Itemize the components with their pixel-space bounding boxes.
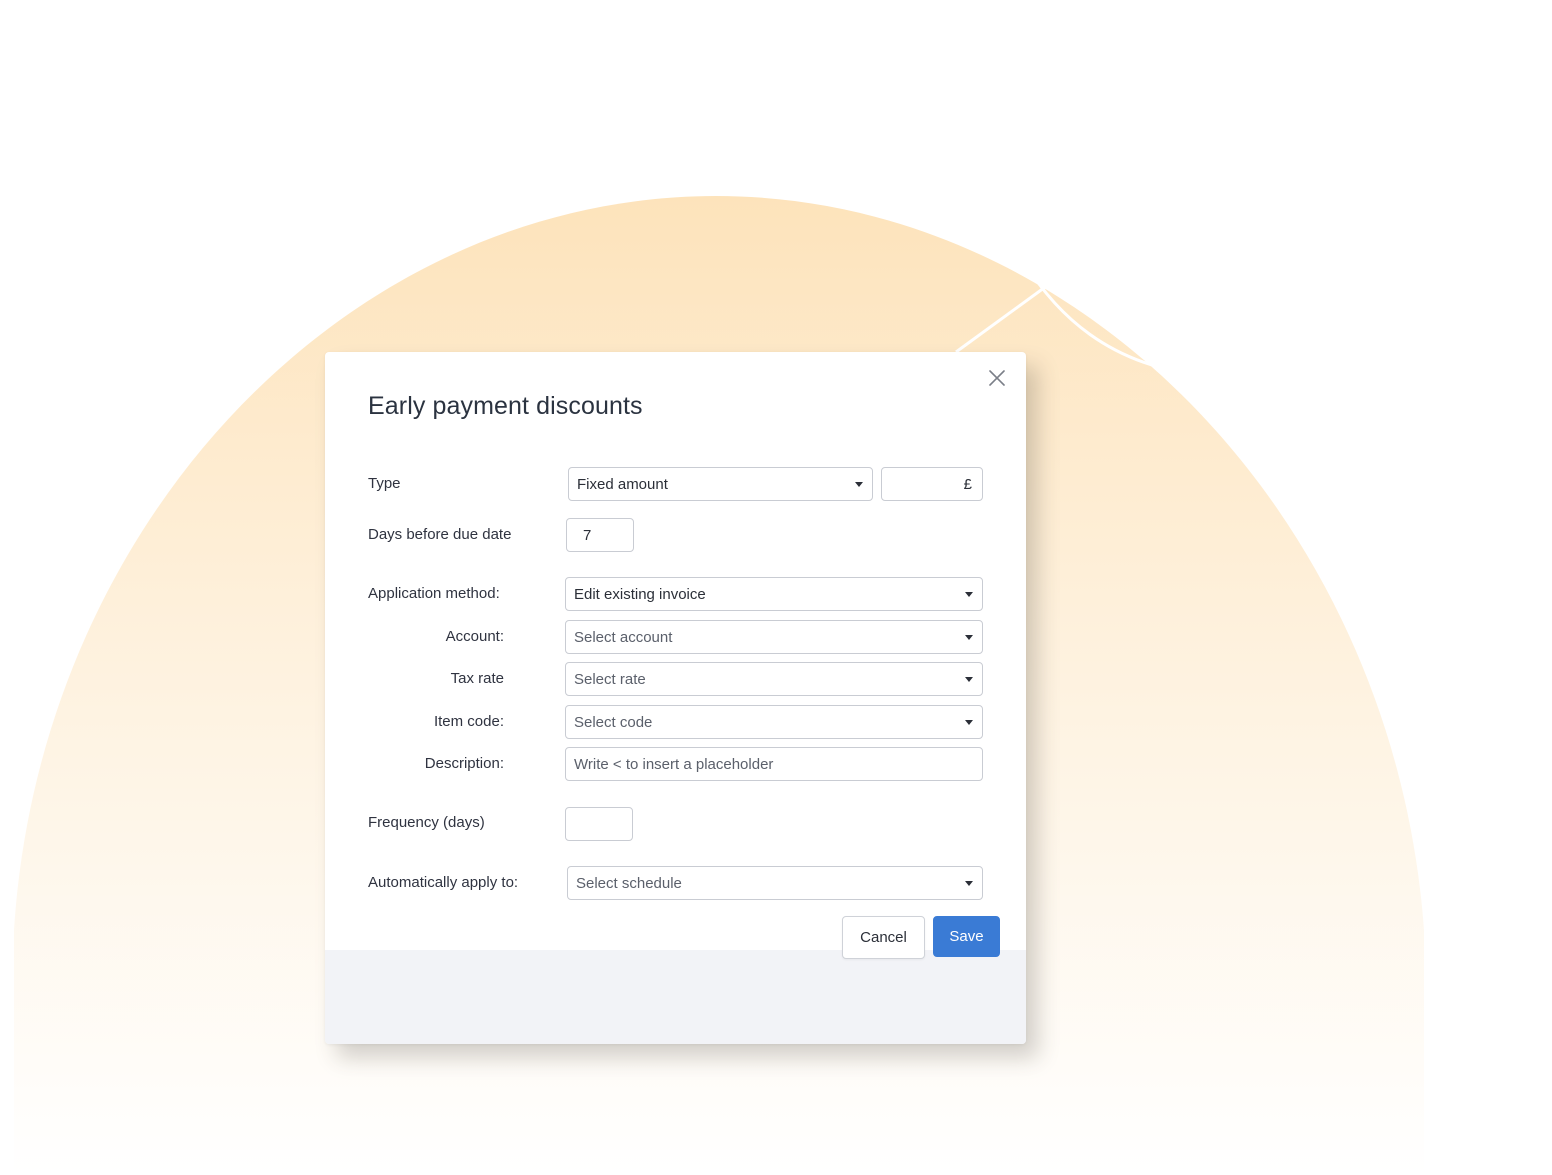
- chevron-down-icon: [965, 676, 973, 682]
- frequency-label: Frequency (days): [368, 814, 485, 831]
- account-placeholder: Select account: [574, 628, 673, 646]
- tax-rate-placeholder: Select rate: [574, 670, 646, 688]
- frequency-input[interactable]: [565, 807, 633, 841]
- item-code-label: Item code:: [433, 713, 504, 730]
- chevron-down-icon: [965, 880, 973, 886]
- days-before-due-label: Days before due date: [368, 526, 512, 543]
- type-select[interactable]: Fixed amount: [568, 467, 873, 501]
- screen: Early payment discounts Type Fixed amoun…: [0, 0, 1552, 1175]
- application-method-value: Edit existing invoice: [574, 585, 706, 603]
- schedule-placeholder: Select schedule: [576, 874, 682, 892]
- close-icon[interactable]: [985, 366, 1009, 390]
- application-method-select[interactable]: Edit existing invoice: [565, 577, 983, 611]
- application-method-label: Application method:: [368, 585, 500, 602]
- pound-currency-icon: £: [963, 475, 972, 493]
- account-select[interactable]: Select account: [565, 620, 983, 654]
- dialog-title: Early payment discounts: [368, 392, 643, 420]
- item-code-select[interactable]: Select code: [565, 705, 983, 739]
- description-label: Description:: [424, 755, 504, 772]
- chevron-down-icon: [855, 481, 863, 487]
- cancel-button[interactable]: Cancel: [842, 916, 925, 959]
- tax-rate-select[interactable]: Select rate: [565, 662, 983, 696]
- tax-rate-label: Tax rate: [450, 670, 504, 687]
- chevron-down-icon: [965, 719, 973, 725]
- auto-apply-label: Automatically apply to:: [368, 874, 519, 891]
- save-button[interactable]: Save: [933, 916, 1000, 957]
- chevron-down-icon: [965, 591, 973, 597]
- item-code-placeholder: Select code: [574, 713, 653, 731]
- days-before-due-value: 7: [583, 526, 592, 544]
- early-payment-discounts-dialog: Early payment discounts Type Fixed amoun…: [325, 352, 1026, 1044]
- days-before-due-input[interactable]: 7: [566, 518, 634, 552]
- dialog-footer: [325, 950, 1026, 1044]
- chevron-down-icon: [965, 634, 973, 640]
- amount-field[interactable]: £: [881, 467, 983, 501]
- schedule-select[interactable]: Select schedule: [567, 866, 983, 900]
- account-label: Account:: [445, 628, 504, 645]
- description-input[interactable]: [565, 747, 983, 781]
- type-label: Type: [368, 475, 401, 492]
- type-select-value: Fixed amount: [577, 475, 668, 493]
